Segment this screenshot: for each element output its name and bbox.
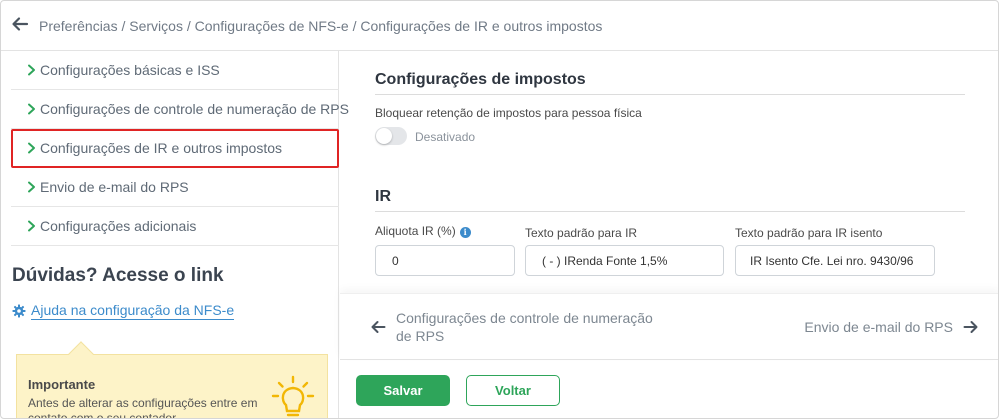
arrow-left-icon[interactable] [11,15,29,33]
lightbulb-icon [271,375,315,417]
ir-default-text-input[interactable]: ( - ) IRenda Fonte 1,5% [525,245,724,276]
sidebar-item-label: Envio de e-mail do RPS [40,179,189,195]
sidebar-item-rps-email[interactable]: Envio de e-mail do RPS [11,168,339,207]
sidebar-item-label: Configurações de IR e outros impostos [40,140,283,156]
next-section-label: Envio de e-mail do RPS [804,319,953,335]
gear-icon [12,304,26,318]
note-pointer [68,341,94,367]
ir-section-title: IR [375,188,391,205]
important-note: Importante Antes de alterar as configura… [16,341,328,419]
sidebar-item-basic-iss[interactable]: Configurações básicas e ISS [11,51,339,90]
back-button[interactable]: Voltar [466,375,560,406]
app-frame: Preferências / Serviços / Configurações … [0,0,999,419]
arrow-left-icon [371,321,386,333]
chevron-right-icon [28,220,35,232]
block-retention-label: Bloquear retenção de impostos para pesso… [375,106,642,120]
main-content: Configurações de impostos Bloquear reten… [340,51,998,418]
breadcrumb: Preferências / Serviços / Configurações … [39,18,603,34]
sidebar-item-label: Configurações básicas e ISS [40,62,220,78]
previous-section-link[interactable]: Configurações de controle de numeração d… [370,309,671,345]
chevron-right-icon [28,142,35,154]
section-divider [375,94,965,95]
arrow-right-icon [963,321,978,333]
taxes-section-title: Configurações de impostos [375,71,586,88]
chevron-right-icon [28,64,35,76]
chevron-right-icon [28,103,35,115]
toggle-state-label: Desativado [415,130,476,144]
block-retention-toggle[interactable] [375,127,407,145]
page-header: Preferências / Serviços / Configurações … [1,1,998,51]
sidebar-item-additional[interactable]: Configurações adicionais [11,207,339,246]
previous-section-label: Configurações de controle de numeração d… [396,310,653,344]
info-icon[interactable]: i [459,227,471,238]
section-pager: Configurações de controle de numeração d… [340,293,998,359]
sidebar-item-label: Configurações de controle de numeração d… [40,101,349,117]
help-link[interactable]: Ajuda na configuração da NFS-e [12,302,235,320]
sidebar-item-ir-taxes[interactable]: Configurações de IR e outros impostos [11,129,339,168]
help-title: Dúvidas? Acesse o link [12,265,224,286]
help-link-label: Ajuda na configuração da NFS-e [31,302,235,320]
save-button[interactable]: Salvar [356,375,450,406]
action-bar: Salvar Voltar [340,359,998,418]
toggle-knob [376,128,392,144]
next-section-link[interactable]: Envio de e-mail do RPS [804,319,979,335]
sidebar-menu: Configurações básicas e ISS Configuraçõe… [11,51,349,246]
sidebar: Configurações básicas e ISS Configuraçõe… [1,51,349,419]
ir-rate-input[interactable]: 0 [375,245,515,276]
note-title: Importante [28,377,96,392]
ir-default-text-label: Texto padrão para IR [525,226,638,240]
note-text: Antes de alterar as configurações entre … [28,396,258,419]
sidebar-item-rps-numbering[interactable]: Configurações de controle de numeração d… [11,90,349,129]
chevron-right-icon [28,181,35,193]
ir-rate-label: Aliquota IR (%) i [375,224,471,238]
ir-exempt-text-input[interactable]: IR Isento Cfe. Lei nro. 9430/96 [735,245,935,276]
sidebar-item-label: Configurações adicionais [40,218,197,234]
ir-rate-label-text: Aliquota IR (%) [375,224,456,238]
ir-exempt-text-label: Texto padrão para IR isento [735,226,883,240]
section-divider [375,211,965,212]
